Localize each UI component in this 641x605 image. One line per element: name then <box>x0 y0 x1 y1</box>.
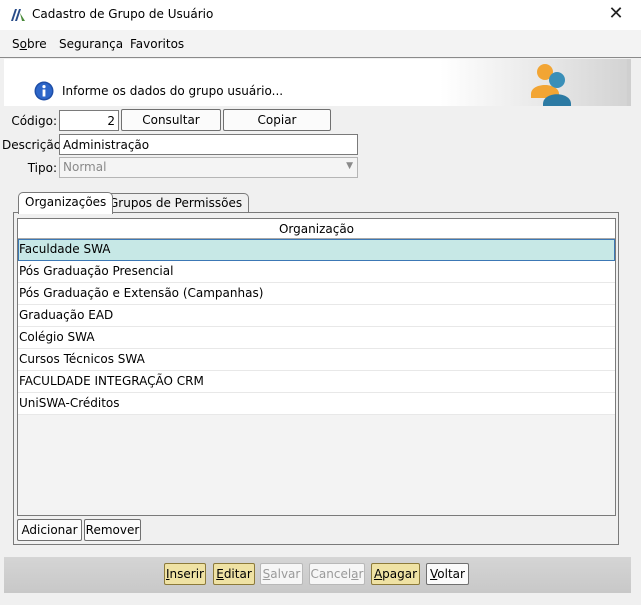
table-row[interactable]: Cursos Técnicos SWA <box>18 349 615 371</box>
tab-panel-organizacoes: Organização Faculdade SWA Pós Graduação … <box>13 212 619 545</box>
descricao-input[interactable] <box>59 134 358 155</box>
voltar-button[interactable]: Voltar <box>426 563 469 585</box>
table-row[interactable]: Pós Graduação e Extensão (Campanhas) <box>18 283 615 305</box>
close-icon: ✕ <box>608 3 624 24</box>
organizations-grid[interactable]: Organização Faculdade SWA Pós Graduação … <box>17 218 616 516</box>
chevron-down-icon: ▼ <box>346 161 353 171</box>
inserir-button[interactable]: Inserir <box>164 563 206 585</box>
info-banner: Informe os dados do grupo usuário... <box>4 59 631 106</box>
table-row[interactable]: Faculdade SWA <box>18 239 615 261</box>
app-logo-icon <box>11 9 25 21</box>
tipo-label: Tipo: <box>27 161 57 175</box>
banner-message: Informe os dados do grupo usuário... <box>62 84 284 98</box>
info-icon <box>34 81 54 101</box>
remover-button[interactable]: Remover <box>84 519 141 541</box>
tab-organizacoes[interactable]: Organizações <box>18 192 114 214</box>
menu-sobre[interactable]: Sobre <box>12 37 47 51</box>
apagar-button[interactable]: Apagar <box>371 563 420 585</box>
grid-column-header-organizacao[interactable]: Organização <box>18 219 615 239</box>
title-bar: Cadastro de Grupo de Usuário ✕ <box>0 0 641 30</box>
adicionar-button[interactable]: Adicionar <box>17 519 82 541</box>
cancelar-button[interactable]: Cancelar <box>309 563 365 585</box>
window-title: Cadastro de Grupo de Usuário <box>32 7 214 21</box>
table-row[interactable]: FACULDADE INTEGRAÇÃO CRM <box>18 371 615 393</box>
tipo-select[interactable]: Normal ▼ <box>59 157 358 178</box>
codigo-input[interactable] <box>59 110 119 131</box>
table-row[interactable]: Graduação EAD <box>18 305 615 327</box>
salvar-button[interactable]: Salvar <box>260 563 303 585</box>
table-row[interactable]: Colégio SWA <box>18 327 615 349</box>
editar-button[interactable]: Editar <box>213 563 255 585</box>
tab-grupos-permissoes[interactable]: Grupos de Permissões <box>102 193 250 213</box>
table-row[interactable]: Pós Graduação Presencial <box>18 261 615 283</box>
consultar-button[interactable]: Consultar <box>121 109 221 131</box>
action-bar: Inserir Editar Salvar Cancelar Apagar Vo… <box>4 557 631 593</box>
tipo-value: Normal <box>63 160 107 174</box>
table-row[interactable]: UniSWA-Créditos <box>18 393 615 415</box>
menu-bar: Sobre Segurança Favoritos <box>0 30 641 58</box>
menu-seguranca[interactable]: Segurança <box>59 37 123 51</box>
close-button[interactable]: ✕ <box>605 4 627 26</box>
copiar-permissoes-button[interactable]: Copiar Permissões <box>223 109 331 147</box>
descricao-label: Descrição: <box>2 138 66 152</box>
codigo-label: Código: <box>11 114 57 128</box>
menu-favoritos[interactable]: Favoritos <box>130 37 184 51</box>
users-icon <box>531 64 571 106</box>
